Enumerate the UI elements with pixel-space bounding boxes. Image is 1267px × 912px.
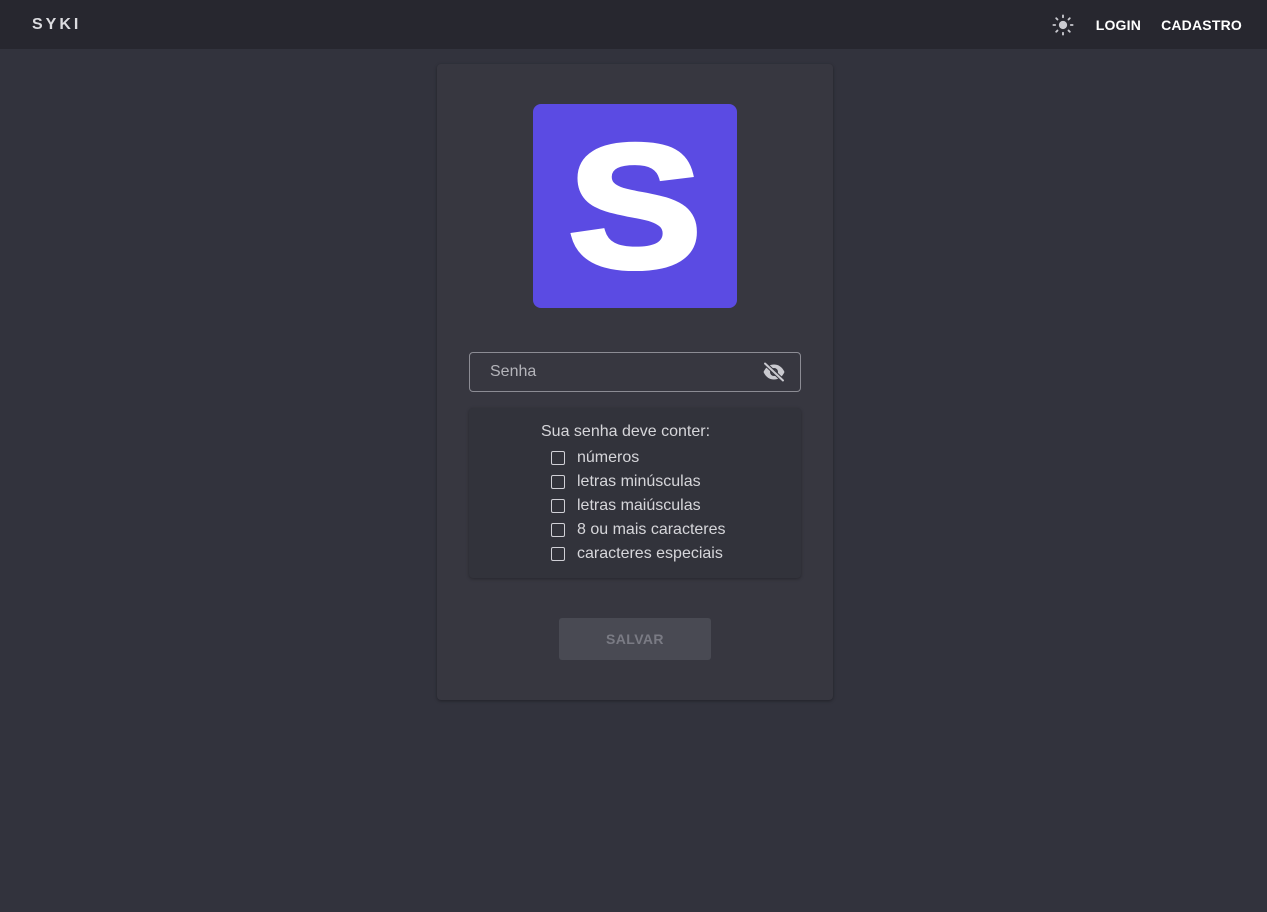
requirement-label: caracteres especiais <box>577 545 723 562</box>
requirement-special: caracteres especiais <box>551 542 726 566</box>
requirement-label: números <box>577 449 640 466</box>
theme-toggle-button[interactable] <box>1050 12 1076 38</box>
sun-icon <box>1052 13 1074 36</box>
brand-title[interactable]: SYKI <box>32 16 81 34</box>
login-link[interactable]: LOGIN <box>1096 17 1141 33</box>
logo-letter: S <box>568 108 701 304</box>
requirement-checkbox[interactable] <box>551 499 565 513</box>
requirement-label: letras minúsculas <box>577 473 701 490</box>
requirements-list: números letras minúsculas letras maiúscu… <box>551 446 726 566</box>
requirement-uppercase: letras maiúsculas <box>551 494 726 518</box>
password-input[interactable] <box>488 362 762 382</box>
toggle-password-visibility-button[interactable] <box>762 360 786 384</box>
syki-logo: S <box>533 104 737 308</box>
requirement-label: 8 ou mais caracteres <box>577 521 726 538</box>
logo-letter-mark: S <box>566 105 705 307</box>
requirement-checkbox[interactable] <box>551 475 565 489</box>
password-field[interactable] <box>469 352 801 392</box>
requirements-title: Sua senha deve conter: <box>541 423 711 440</box>
requirement-length: 8 ou mais caracteres <box>551 518 726 542</box>
app-bar: SYKI LOGIN CADASTRO <box>0 0 1267 49</box>
save-button[interactable]: SALVAR <box>559 618 711 660</box>
requirement-checkbox[interactable] <box>551 523 565 537</box>
password-requirements: Sua senha deve conter: números letras mi… <box>469 408 801 578</box>
requirement-checkbox[interactable] <box>551 451 565 465</box>
eye-off-icon <box>763 361 785 383</box>
requirement-lowercase: letras minúsculas <box>551 470 726 494</box>
requirement-checkbox[interactable] <box>551 547 565 561</box>
signup-link[interactable]: CADASTRO <box>1161 17 1242 33</box>
reset-password-card: S Sua senha deve conter: números letras … <box>437 64 833 700</box>
requirement-numbers: números <box>551 446 726 470</box>
requirement-label: letras maiúsculas <box>577 497 701 514</box>
